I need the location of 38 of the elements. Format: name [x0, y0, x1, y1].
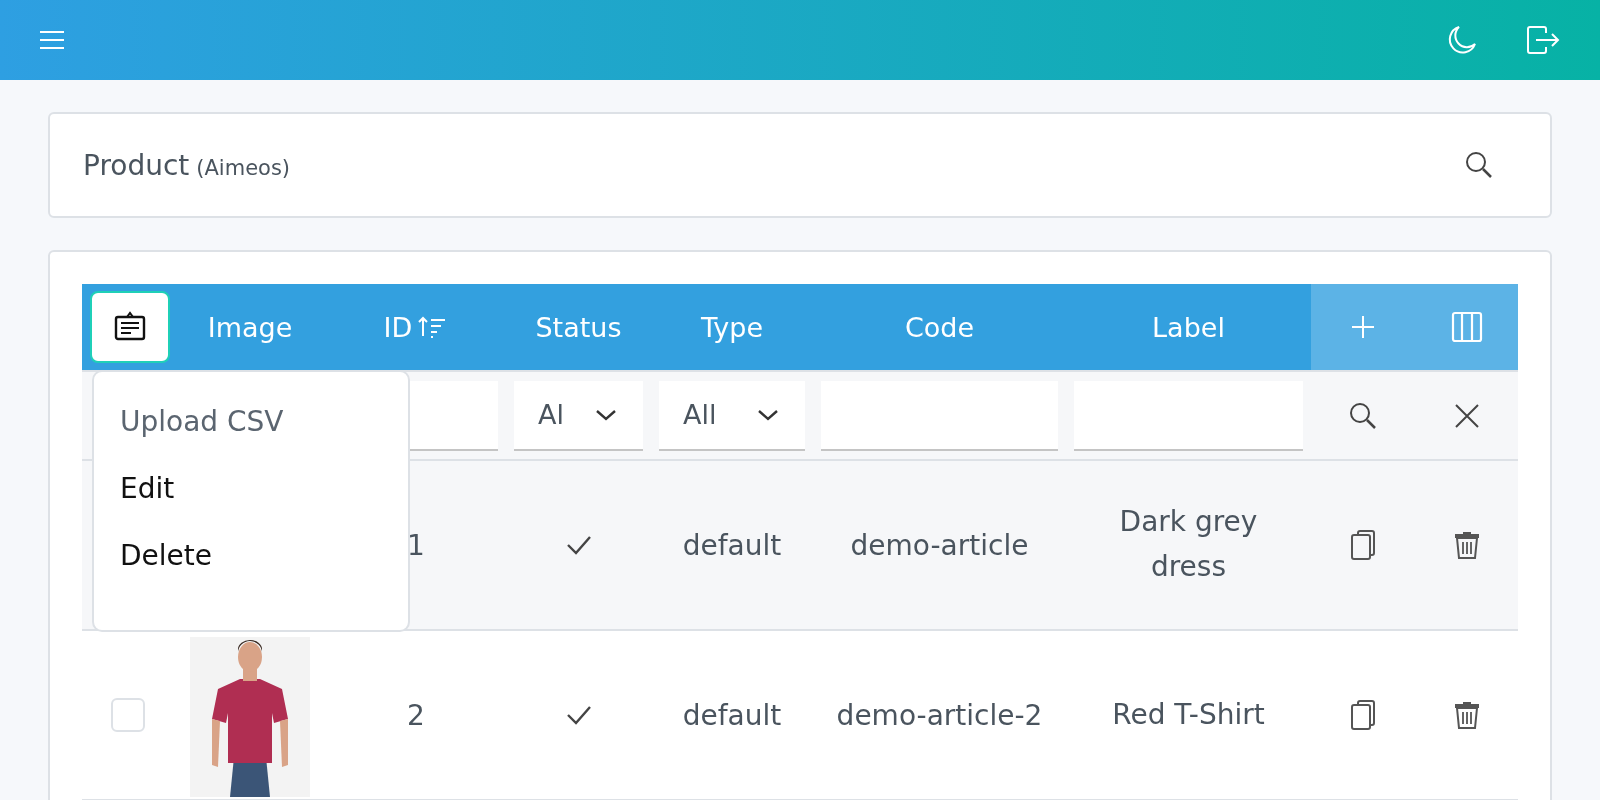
column-header[interactable]: Code	[904, 311, 975, 343]
filter-select[interactable]: All	[659, 380, 805, 451]
chevron-down-icon	[595, 407, 617, 422]
cell-text: demo-article	[850, 528, 1029, 562]
cell-text: 2	[407, 698, 425, 732]
chevron-down-icon	[757, 407, 779, 422]
cell-text: default	[682, 528, 782, 562]
copy-icon[interactable]	[1350, 700, 1376, 730]
filter-field[interactable]	[1074, 380, 1303, 451]
panel-title: Product	[83, 148, 190, 182]
add-icon[interactable]	[1351, 315, 1375, 339]
menu-item[interactable]: Delete	[94, 522, 408, 589]
menu-item[interactable]: Edit	[94, 455, 408, 522]
logout-icon[interactable]	[1526, 25, 1560, 55]
column-header[interactable]: Type	[701, 311, 763, 343]
actions-menu-button[interactable]	[90, 291, 170, 363]
copy-icon[interactable]	[1350, 530, 1376, 560]
close-icon[interactable]	[1453, 402, 1480, 429]
cell-text: Dark grey dress	[1118, 504, 1259, 585]
trash-icon[interactable]	[1453, 700, 1480, 730]
row-checkbox[interactable]	[111, 698, 145, 732]
column-header[interactable]: Label	[1152, 311, 1225, 343]
search-icon[interactable]	[1464, 150, 1494, 180]
filter-select[interactable]: Al	[514, 380, 643, 451]
panel-subtitle: (Aimeos)	[196, 155, 291, 180]
column-header[interactable]: ID	[383, 311, 413, 343]
moon-icon[interactable]	[1446, 24, 1478, 56]
trash-icon[interactable]	[1453, 530, 1480, 560]
column-header[interactable]: Image	[207, 311, 293, 343]
column-header[interactable]: Status	[535, 311, 622, 343]
search-icon[interactable]	[1348, 400, 1378, 431]
cell-text: Red T-Shirt	[1112, 696, 1265, 733]
filter-field[interactable]	[821, 380, 1058, 451]
cell-text: 1	[407, 528, 425, 562]
menu-icon[interactable]	[38, 28, 66, 52]
cell-text: default	[682, 698, 782, 732]
columns-icon[interactable]	[1450, 311, 1483, 343]
cell-text: demo-article-2	[836, 698, 1043, 732]
